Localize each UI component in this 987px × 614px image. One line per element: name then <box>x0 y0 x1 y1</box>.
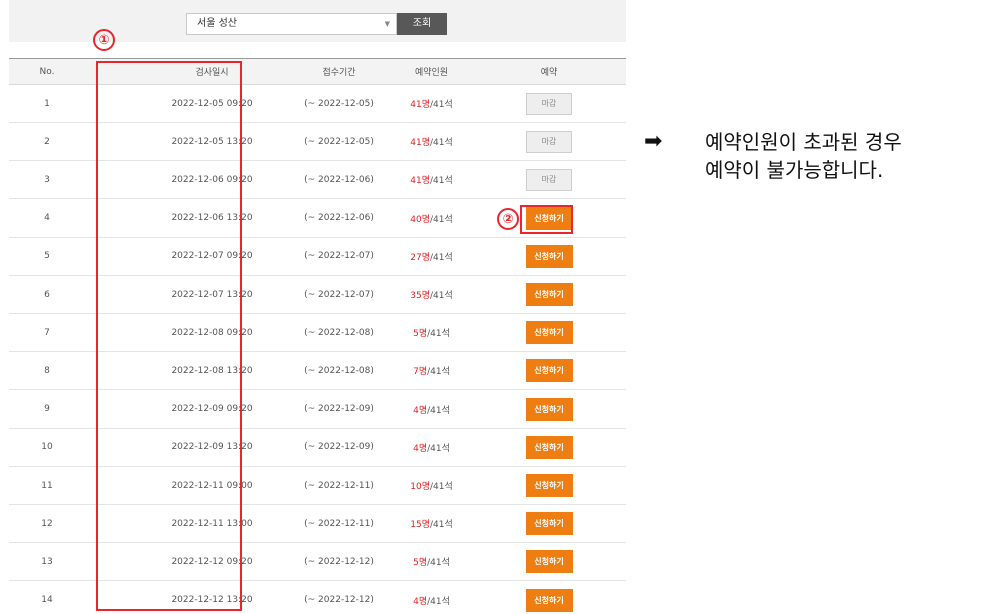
note-line-2: 예약이 불가능합니다. <box>705 156 883 184</box>
row-number: 1 <box>9 85 85 122</box>
row-number: 6 <box>9 276 85 313</box>
reserved-count: 4명 <box>413 594 427 607</box>
reserved-count: 41명 <box>410 97 430 110</box>
row-number: 11 <box>9 467 85 504</box>
capacity-suffix: /41석 <box>427 326 450 339</box>
reserved-count: 4명 <box>413 403 427 416</box>
note-line-1: 예약인원이 초과된 경우 <box>705 128 902 156</box>
row-action: 신청하기 <box>499 543 599 580</box>
row-number: 4 <box>9 200 85 237</box>
region-select-value: 서울 성산 <box>197 18 237 29</box>
reserved-count: 7명 <box>413 364 427 377</box>
apply-button[interactable]: 신청하기 <box>526 589 573 612</box>
row-action: 마감 <box>499 161 599 198</box>
apply-button[interactable]: 신청하기 <box>526 321 573 344</box>
search-button[interactable]: 조회 <box>397 13 447 35</box>
row-reserved: 4명/41석 <box>374 391 489 428</box>
capacity-suffix: /41석 <box>427 441 450 454</box>
annotation-marker-1: ① <box>93 29 115 51</box>
row-number: 9 <box>9 391 85 428</box>
capacity-suffix: /41석 <box>430 517 453 530</box>
row-reserved: 7명/41석 <box>374 352 489 389</box>
column-header-action: 예약 <box>499 59 599 84</box>
reserved-count: 5명 <box>413 326 427 339</box>
apply-button[interactable]: 신청하기 <box>526 550 573 573</box>
row-number: 8 <box>9 352 85 389</box>
column-header-no: No. <box>9 59 85 84</box>
capacity-suffix: /41석 <box>427 364 450 377</box>
closed-button: 마감 <box>526 131 572 153</box>
reserved-count: 10명 <box>410 479 430 492</box>
row-number: 12 <box>9 505 85 542</box>
row-reserved: 40명/41석 <box>374 200 489 237</box>
row-action: 마감 <box>499 123 599 160</box>
reserved-count: 41명 <box>410 173 430 186</box>
closed-button: 마감 <box>526 93 572 115</box>
apply-button[interactable]: 신청하기 <box>526 474 573 497</box>
row-reserved: 27명/41석 <box>374 238 489 275</box>
capacity-suffix: /41석 <box>430 97 453 110</box>
row-action: 신청하기 <box>499 314 599 351</box>
row-reserved: 4명/41석 <box>374 429 489 466</box>
apply-button[interactable]: 신청하기 <box>526 512 573 535</box>
row-reserved: 10명/41석 <box>374 467 489 504</box>
reserved-count: 4명 <box>413 441 427 454</box>
row-reserved: 15명/41석 <box>374 505 489 542</box>
closed-button: 마감 <box>526 169 572 191</box>
apply-button[interactable]: 신청하기 <box>526 398 573 421</box>
apply-button-highlight <box>520 205 573 234</box>
row-reserved: 41명/41석 <box>374 123 489 160</box>
row-number: 5 <box>9 238 85 275</box>
row-number: 2 <box>9 123 85 160</box>
row-action: 신청하기 <box>499 276 599 313</box>
row-number: 13 <box>9 543 85 580</box>
apply-button[interactable]: 신청하기 <box>526 245 573 268</box>
capacity-suffix: /41석 <box>430 479 453 492</box>
row-reserved: 4명/41석 <box>374 582 489 614</box>
capacity-suffix: /41석 <box>427 403 450 416</box>
reserved-count: 15명 <box>410 517 430 530</box>
region-select[interactable]: 서울 성산 ▼ <box>186 13 397 35</box>
reserved-count: 5명 <box>413 555 427 568</box>
capacity-suffix: /41석 <box>430 173 453 186</box>
apply-button[interactable]: 신청하기 <box>526 283 573 306</box>
chevron-down-icon: ▼ <box>385 14 390 34</box>
right-arrow-icon: ➡ <box>644 128 662 156</box>
row-reserved: 41명/41석 <box>374 161 489 198</box>
row-action: 신청하기 <box>499 582 599 614</box>
row-action: 마감 <box>499 85 599 122</box>
datetime-column-highlight <box>96 61 242 611</box>
row-action: 신청하기 <box>499 505 599 542</box>
row-action: 신청하기 <box>499 238 599 275</box>
reserved-count: 40명 <box>410 212 430 225</box>
row-reserved: 5명/41석 <box>374 314 489 351</box>
row-reserved: 5명/41석 <box>374 543 489 580</box>
row-action: 신청하기 <box>499 467 599 504</box>
capacity-suffix: /41석 <box>430 135 453 148</box>
row-action: 신청하기 <box>499 391 599 428</box>
apply-button[interactable]: 신청하기 <box>526 359 573 382</box>
row-number: 7 <box>9 314 85 351</box>
row-number: 3 <box>9 161 85 198</box>
capacity-suffix: /41석 <box>430 250 453 263</box>
row-reserved: 35명/41석 <box>374 276 489 313</box>
reserved-count: 41명 <box>410 135 430 148</box>
capacity-suffix: /41석 <box>427 555 450 568</box>
capacity-suffix: /41석 <box>430 288 453 301</box>
apply-button[interactable]: 신청하기 <box>526 436 573 459</box>
row-action: 신청하기 <box>499 429 599 466</box>
reserved-count: 27명 <box>410 250 430 263</box>
row-number: 10 <box>9 429 85 466</box>
row-action: 신청하기 <box>499 352 599 389</box>
capacity-suffix: /41석 <box>427 594 450 607</box>
capacity-suffix: /41석 <box>430 212 453 225</box>
row-number: 14 <box>9 582 85 614</box>
row-reserved: 41명/41석 <box>374 85 489 122</box>
reserved-count: 35명 <box>410 288 430 301</box>
column-header-reserved: 예약인원 <box>374 59 489 84</box>
annotation-marker-2: ② <box>497 208 519 230</box>
